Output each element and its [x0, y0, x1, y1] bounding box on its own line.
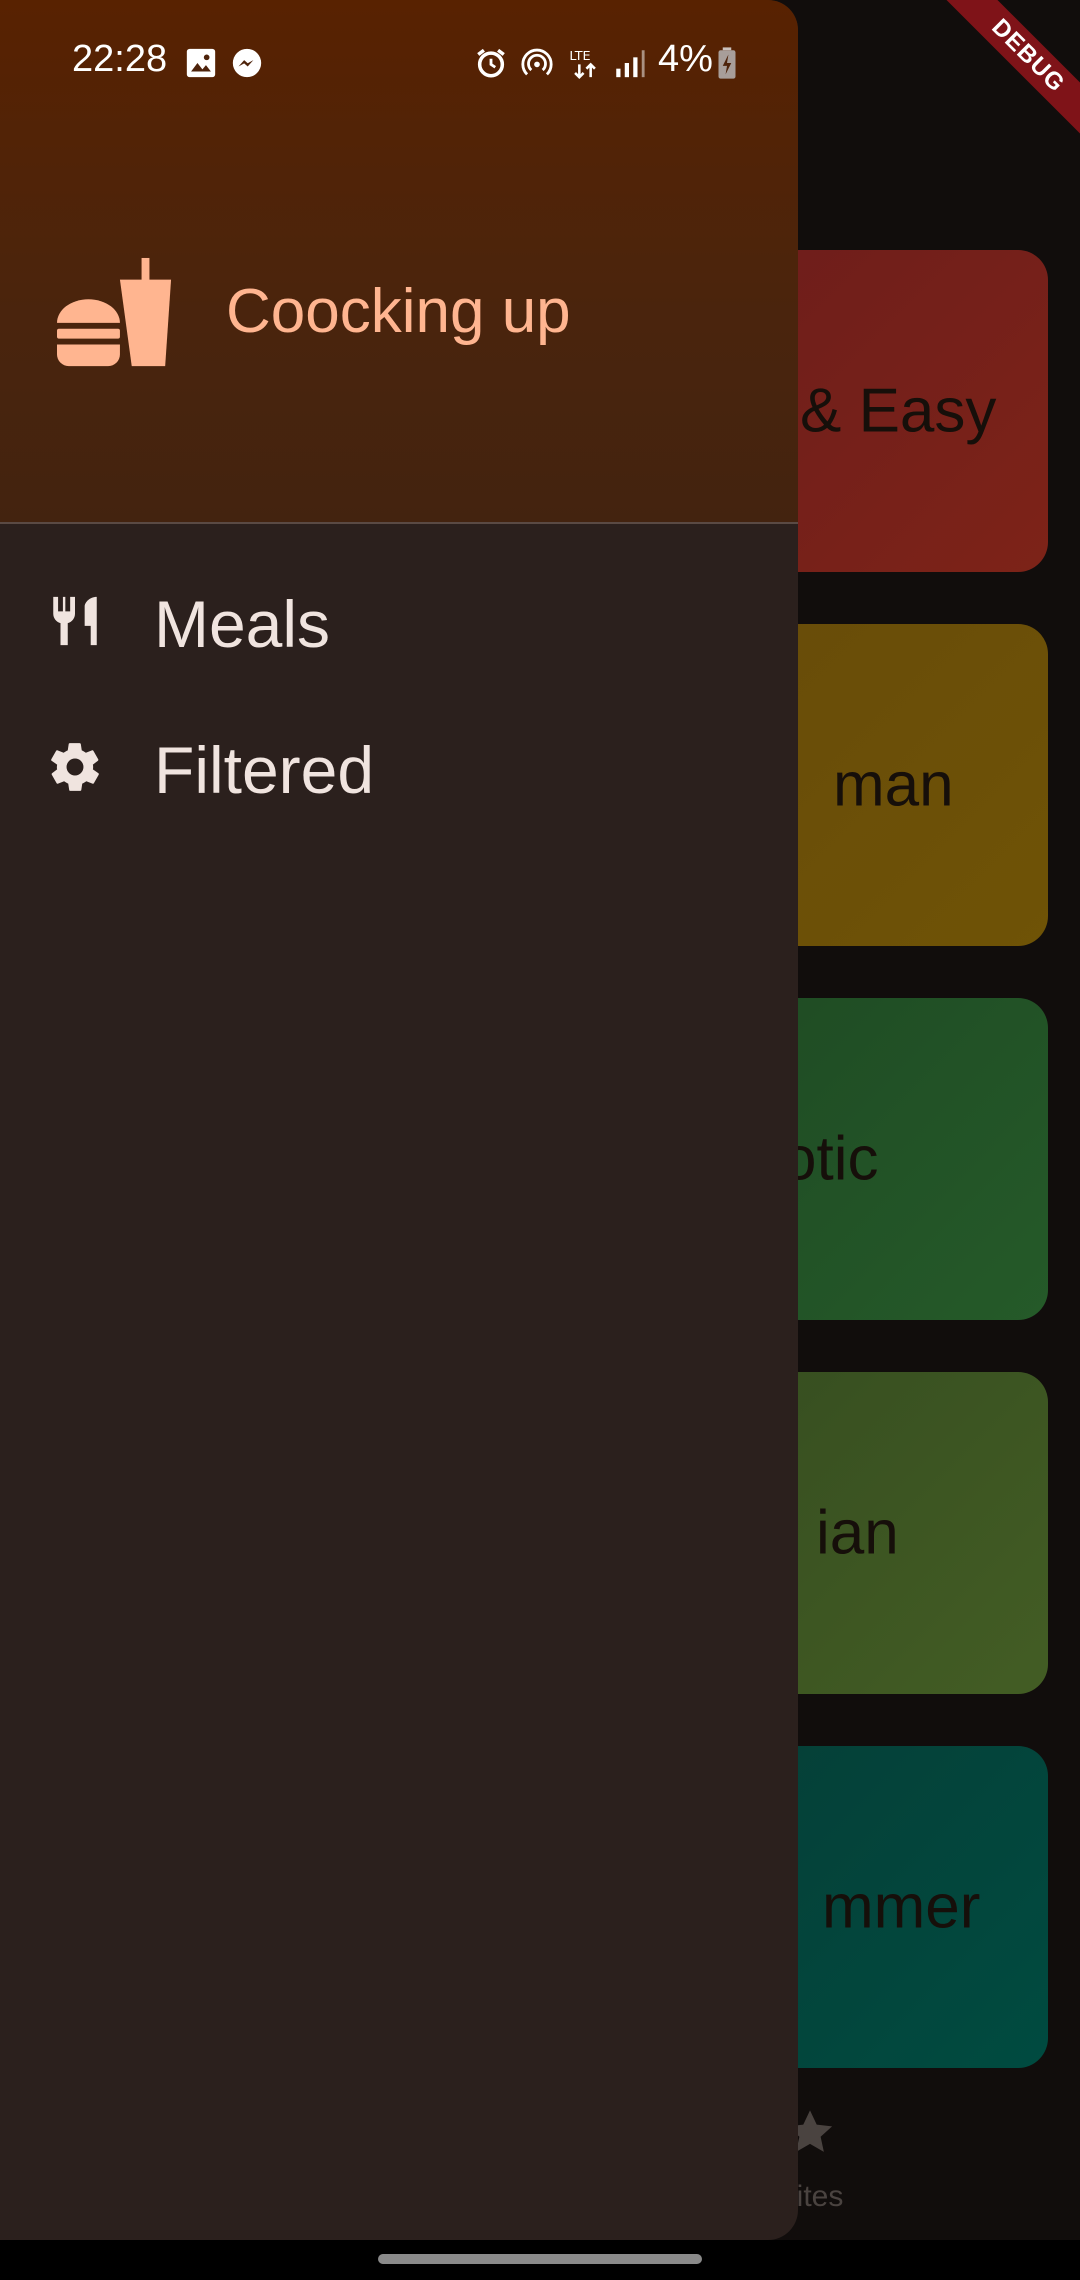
hotspot-icon: [521, 48, 553, 76]
category-label-5: mmer: [822, 1872, 981, 1942]
alarm-icon: [477, 48, 505, 78]
svg-text:LTE: LTE: [569, 49, 590, 64]
gesture-handle[interactable]: [378, 2254, 702, 2264]
category-label-4: ian: [816, 1498, 899, 1568]
navigation-drawer: 22:28 LTE 4% Coocking up Meals Filtered: [0, 0, 798, 2240]
lte-icon: LTE: [569, 49, 596, 79]
category-label-1: & Easy: [800, 376, 997, 446]
signal-icon: [616, 50, 645, 78]
messenger-icon: [232, 48, 262, 78]
settings-icon: [51, 743, 99, 791]
screen: & Easy man otic ian mmer orites DEBUG 22…: [0, 0, 1080, 2240]
debug-banner: DEBUG: [937, 0, 1080, 147]
battery-percent: 4%: [658, 38, 713, 80]
drawer-header: 22:28 LTE 4% Coocking up: [0, 0, 798, 524]
drawer-item-meals[interactable]: Meals: [0, 560, 798, 680]
status-bar: 22:28 LTE 4%: [0, 0, 798, 126]
status-time: 22:28: [72, 38, 168, 80]
drawer-item-filters[interactable]: Filtered: [0, 706, 798, 826]
fastfood-icon: [57, 257, 172, 367]
category-label-2: man: [833, 750, 954, 820]
battery-icon: [718, 47, 736, 79]
drawer-title: Coocking up: [226, 277, 571, 346]
drawer-item-label: Meals: [154, 587, 331, 661]
image-icon: [186, 48, 216, 78]
restaurant-icon: [53, 596, 97, 646]
drawer-item-label: Filtered: [154, 733, 375, 807]
